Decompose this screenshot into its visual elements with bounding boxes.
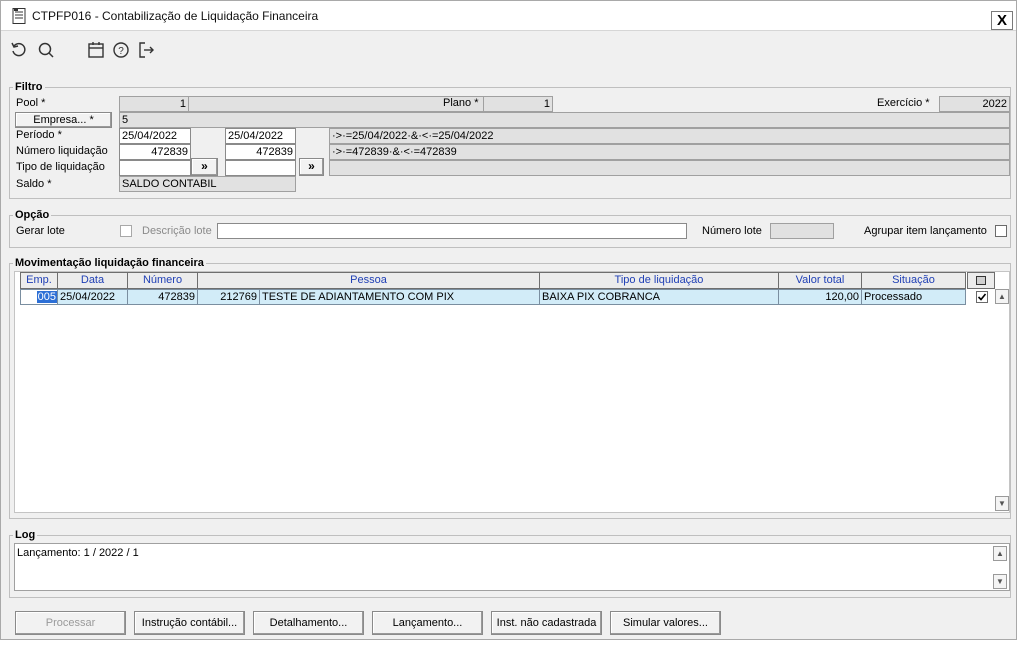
table-row[interactable]: 005 [20,289,58,305]
tipo-from-field[interactable] [119,160,191,176]
cell-numero[interactable]: 472839 [127,289,198,305]
cell-situacao[interactable]: Processado [861,289,966,305]
refresh-icon[interactable] [9,40,29,60]
cell-tipo[interactable]: BAIXA PIX COBRANCA [539,289,779,305]
gerar-lote-label: Gerar lote [16,225,65,237]
cell-pessoa-nome[interactable]: TESTE DE ADIANTAMENTO COM PIX [259,289,540,305]
window-title: CTPFP016 - Contabilização de Liquidação … [32,9,319,23]
column-header-tipo[interactable]: Tipo de liquidação [539,272,779,289]
numero-liquidacao-label: Número liquidação [16,145,108,157]
column-header-pessoa[interactable]: Pessoa [197,272,540,289]
movimentacao-legend: Movimentação liquidação financeira [15,257,204,269]
cell-select[interactable] [967,289,995,305]
tipo-to-field[interactable] [225,160,296,176]
periodo-expression: ·>·=25/04/2022·&·<·=25/04/2022 [329,128,1010,144]
instrucao-contabil-button[interactable]: Instrução contábil... [134,611,245,635]
processar-button[interactable]: Processar [15,611,126,635]
exercicio-label: Exercício * [877,97,930,109]
agrupar-item-checkbox[interactable] [995,225,1007,237]
cell-data[interactable]: 25/04/2022 [57,289,128,305]
row-select-checkbox[interactable] [976,291,988,303]
log-legend: Log [15,529,36,541]
select-all-icon [976,276,986,285]
tipo-liquidacao-label: Tipo de liquidação [16,161,105,173]
checkmark-icon [977,293,987,301]
empresa-button[interactable]: Empresa... * [15,112,112,128]
search-icon[interactable] [36,40,56,60]
log-textarea[interactable]: Lançamento: 1 / 2022 / 1 ▲ ▼ [14,543,1010,591]
calendar-icon[interactable] [86,40,106,60]
cell-emp[interactable]: 005 [36,291,57,303]
column-header-valor[interactable]: Valor total [778,272,862,289]
inst-nao-cadastrada-button[interactable]: Inst. não cadastrada [491,611,602,635]
movimentacao-grid: Emp. Data Número Pessoa Tipo de liquidaç… [14,271,1010,513]
numero-lote-label: Número lote [702,225,762,237]
log-scroll-down-icon[interactable]: ▼ [993,574,1007,589]
empresa-field[interactable]: 5 [119,112,1010,128]
descricao-lote-label: Descrição lote [142,225,212,237]
grid-scroll-down-icon[interactable]: ▼ [995,496,1009,511]
tipo-expression [329,160,1010,176]
agrupar-item-label: Agrupar item lançamento [864,225,987,237]
empresa-button-label: Empresa... * [33,114,94,126]
document-icon [12,8,26,24]
numero-lote-field[interactable] [770,223,834,239]
numero-from-field[interactable]: 472839 [119,144,191,160]
numero-to-field[interactable]: 472839 [225,144,296,160]
pool-field[interactable]: 1 [119,96,189,112]
column-header-select-all[interactable] [967,272,995,289]
numero-expression: ·>·=472839·&·<·=472839 [329,144,1010,160]
main-window: CTPFP016 - Contabilização de Liquidação … [0,0,1017,640]
help-icon[interactable]: ? [111,40,131,60]
grid-scroll-up-icon[interactable]: ▲ [995,289,1009,304]
periodo-label: Período * [16,129,62,141]
pool-label: Pool * [16,97,46,109]
gerar-lote-checkbox[interactable] [120,225,132,237]
periodo-to-field[interactable]: 25/04/2022 [225,128,296,144]
column-header-emp[interactable]: Emp. [20,272,58,289]
log-scroll-up-icon[interactable]: ▲ [993,546,1007,561]
detalhamento-button[interactable]: Detalhamento... [253,611,364,635]
simular-valores-button[interactable]: Simular valores... [610,611,721,635]
column-header-numero[interactable]: Número [127,272,198,289]
tipo-to-lookup-button[interactable]: » [299,158,324,176]
plano-field[interactable]: 1 [483,96,553,112]
cell-pessoa-codigo[interactable]: 212769 [197,289,260,305]
exercicio-field[interactable]: 2022 [939,96,1010,112]
saldo-field[interactable]: SALDO CONTABIL [119,176,296,192]
pool-description-field [189,96,483,112]
close-button[interactable]: X [991,11,1013,30]
saldo-label: Saldo * [16,178,52,190]
exit-icon[interactable] [136,40,156,60]
opcao-legend: Opção [15,209,50,221]
plano-label: Plano * [443,97,479,109]
svg-text:?: ? [118,46,124,57]
column-header-data[interactable]: Data [57,272,128,289]
periodo-from-field[interactable]: 25/04/2022 [119,128,191,144]
log-text: Lançamento: 1 / 2022 / 1 [17,547,139,559]
filtro-legend: Filtro [15,81,43,93]
tipo-from-lookup-button[interactable]: » [191,158,218,176]
title-bar: CTPFP016 - Contabilização de Liquidação … [1,1,1016,31]
column-header-situacao[interactable]: Situação [861,272,966,289]
lancamento-button[interactable]: Lançamento... [372,611,483,635]
descricao-lote-field[interactable] [217,223,687,239]
cell-valor-total[interactable]: 120,00 [778,289,862,305]
